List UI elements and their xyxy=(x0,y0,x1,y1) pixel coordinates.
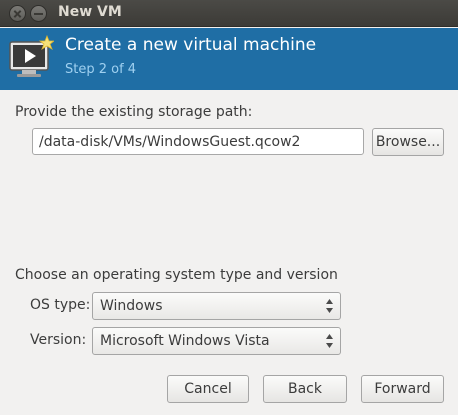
os-version-select[interactable]: Microsoft Windows Vista xyxy=(92,327,341,355)
close-window-button[interactable] xyxy=(9,5,26,22)
forward-button[interactable]: Forward xyxy=(361,375,444,403)
os-version-label: Version: xyxy=(30,332,87,348)
os-type-select[interactable]: Windows xyxy=(92,292,341,320)
os-section-label: Choose an operating system type and vers… xyxy=(15,267,338,283)
browse-button[interactable]: Browse... xyxy=(372,128,444,156)
os-type-value: Windows xyxy=(100,298,163,314)
storage-path-label: Provide the existing storage path: xyxy=(15,104,253,120)
wizard-header: Create a new virtual machine Step 2 of 4 xyxy=(0,28,458,90)
storage-path-input[interactable] xyxy=(32,128,364,155)
os-version-value: Microsoft Windows Vista xyxy=(100,333,270,349)
minimize-window-button[interactable] xyxy=(30,5,47,22)
combo-arrows-icon xyxy=(326,299,333,313)
window-title: New VM xyxy=(58,4,122,20)
cancel-button[interactable]: Cancel xyxy=(167,375,249,403)
vm-screen-icon xyxy=(9,34,54,77)
combo-arrows-icon xyxy=(326,334,333,348)
wizard-step: Step 2 of 4 xyxy=(65,62,137,77)
wizard-title: Create a new virtual machine xyxy=(65,35,317,55)
back-button[interactable]: Back xyxy=(263,375,347,403)
title-bar: New VM xyxy=(0,0,458,27)
new-vm-window: New VM Create a new virtual machine Step… xyxy=(0,0,458,415)
os-type-label: OS type: xyxy=(30,297,91,313)
